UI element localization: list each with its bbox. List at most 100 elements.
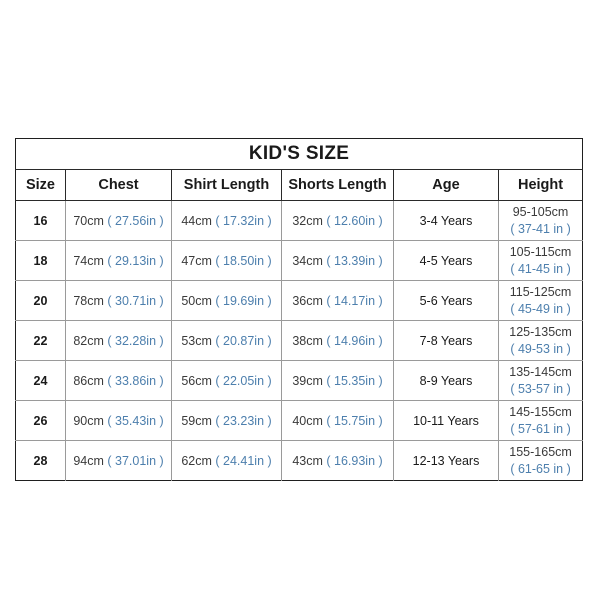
cell-shirt-length: 44cm ( 17.32in ) [171, 200, 282, 241]
cell-shirt-length: 50cm ( 19.69in ) [171, 280, 282, 321]
cell-shorts-length-inch: ( 16.93in ) [326, 453, 383, 468]
table-row: 22 82cm ( 32.28in ) 53cm ( 20.87in ) 38cm (… [15, 320, 583, 361]
cell-shirt-length-cm: 47cm [181, 253, 212, 268]
cell-shirt-length-cm: 62cm [181, 453, 212, 468]
cell-height-inch: ( 57-61 in ) [510, 421, 571, 436]
column-header-shorts: Shorts Length [281, 169, 394, 201]
cell-size: 18 [15, 240, 66, 281]
cell-shirt-length-inch: ( 20.87in ) [215, 333, 272, 348]
cell-chest: 74cm ( 29.13in ) [65, 240, 172, 281]
cell-chest-inch: ( 35.43in ) [107, 413, 164, 428]
cell-shirt-length-cm: 56cm [181, 373, 212, 388]
cell-size: 26 [15, 400, 66, 441]
cell-shorts-length: 36cm ( 14.17in ) [281, 280, 394, 321]
cell-height-inch: ( 45-49 in ) [510, 301, 571, 316]
cell-shirt-length-cm: 50cm [181, 293, 212, 308]
cell-shirt-length-cm: 53cm [181, 333, 212, 348]
size-chart-page: KID'S SIZE Size Chest Shirt Length Shorts L… [0, 0, 600, 600]
cell-shirt-length-inch: ( 17.32in ) [215, 213, 272, 228]
cell-shorts-length-inch: ( 15.75in ) [326, 413, 383, 428]
cell-age: 12-13 Years [393, 440, 499, 481]
cell-shorts-length-cm: 40cm [292, 413, 323, 428]
cell-size: 24 [15, 360, 66, 401]
cell-shorts-length: 34cm ( 13.39in ) [281, 240, 394, 281]
column-header-row: Size Chest Shirt Length Shorts Length Age Hei… [15, 169, 583, 201]
cell-shirt-length: 53cm ( 20.87in ) [171, 320, 282, 361]
cell-shirt-length: 47cm ( 18.50in ) [171, 240, 282, 281]
cell-shirt-length-inch: ( 23.23in ) [215, 413, 272, 428]
cell-chest-cm: 82cm [73, 333, 104, 348]
cell-chest-inch: ( 33.86in ) [107, 373, 164, 388]
cell-shorts-length-cm: 34cm [292, 253, 323, 268]
cell-size: 16 [15, 200, 66, 241]
cell-chest-inch: ( 32.28in ) [107, 333, 164, 348]
cell-shorts-length-inch: ( 15.35in ) [326, 373, 383, 388]
cell-shirt-length-cm: 44cm [181, 213, 212, 228]
cell-shorts-length-inch: ( 13.39in ) [326, 253, 383, 268]
cell-height-cm: 95-105cm [512, 204, 569, 219]
cell-height: 145-155cm ( 57-61 in ) [498, 400, 583, 441]
cell-shorts-length: 40cm ( 15.75in ) [281, 400, 394, 441]
kids-size-table: KID'S SIZE Size Chest Shirt Length Shorts L… [15, 138, 584, 481]
column-header-size: Size [15, 169, 66, 201]
column-header-age: Age [393, 169, 499, 201]
cell-shorts-length-cm: 36cm [292, 293, 323, 308]
cell-height-cm: 155-165cm [509, 444, 572, 459]
cell-height: 125-135cm ( 49-53 in ) [498, 320, 583, 361]
column-header-shirt: Shirt Length [171, 169, 282, 201]
cell-chest: 94cm ( 37.01in ) [65, 440, 172, 481]
cell-age: 8-9 Years [393, 360, 499, 401]
cell-height-cm: 125-135cm [509, 324, 572, 339]
cell-shirt-length-inch: ( 24.41in ) [215, 453, 272, 468]
cell-chest-cm: 70cm [73, 213, 104, 228]
cell-chest-inch: ( 27.56in ) [107, 213, 164, 228]
cell-height-inch: ( 49-53 in ) [510, 341, 571, 356]
cell-shirt-length-inch: ( 22.05in ) [215, 373, 272, 388]
cell-height: 135-145cm ( 53-57 in ) [498, 360, 583, 401]
cell-size: 22 [15, 320, 66, 361]
table-row: 24 86cm ( 33.86in ) 56cm ( 22.05in ) 39cm (… [15, 360, 583, 401]
cell-chest: 86cm ( 33.86in ) [65, 360, 172, 401]
cell-shorts-length: 39cm ( 15.35in ) [281, 360, 394, 401]
cell-shorts-length: 32cm ( 12.60in ) [281, 200, 394, 241]
cell-height-inch: ( 41-45 in ) [510, 261, 571, 276]
cell-shorts-length-cm: 32cm [292, 213, 323, 228]
cell-age: 4-5 Years [393, 240, 499, 281]
cell-chest: 90cm ( 35.43in ) [65, 400, 172, 441]
cell-height-cm: 105-115cm [509, 244, 572, 259]
cell-size: 28 [15, 440, 66, 481]
cell-age: 3-4 Years [393, 200, 499, 241]
cell-age: 5-6 Years [393, 280, 499, 321]
cell-height: 105-115cm ( 41-45 in ) [498, 240, 583, 281]
cell-shorts-length-cm: 43cm [292, 453, 323, 468]
cell-height-inch: ( 37-41 in ) [510, 221, 571, 236]
title-row: KID'S SIZE [15, 138, 583, 170]
cell-chest: 78cm ( 30.71in ) [65, 280, 172, 321]
column-header-chest: Chest [65, 169, 172, 201]
cell-age: 10-11 Years [393, 400, 499, 441]
cell-chest-cm: 78cm [73, 293, 104, 308]
cell-shirt-length-cm: 59cm [181, 413, 212, 428]
cell-size: 20 [15, 280, 66, 321]
cell-shorts-length-cm: 39cm [292, 373, 323, 388]
cell-shorts-length-inch: ( 14.17in ) [326, 293, 383, 308]
column-header-height: Height [498, 169, 583, 201]
cell-chest-cm: 86cm [73, 373, 104, 388]
cell-shirt-length-inch: ( 19.69in ) [215, 293, 272, 308]
cell-height-cm: 145-155cm [509, 404, 572, 419]
cell-shorts-length: 38cm ( 14.96in ) [281, 320, 394, 361]
cell-shirt-length: 59cm ( 23.23in ) [171, 400, 282, 441]
cell-shorts-length: 43cm ( 16.93in ) [281, 440, 394, 481]
cell-height: 155-165cm ( 61-65 in ) [499, 441, 583, 481]
cell-chest-cm: 90cm [73, 413, 104, 428]
cell-shorts-length-inch: ( 14.96in ) [326, 333, 383, 348]
cell-chest-inch: ( 29.13in ) [107, 253, 164, 268]
cell-shirt-length: 56cm ( 22.05in ) [171, 360, 282, 401]
table-row: 16 70cm ( 27.56in ) 44cm ( 17.32in ) 32cm (… [15, 200, 583, 241]
cell-shirt-length: 62cm ( 24.41in ) [171, 440, 282, 481]
cell-shirt-length-inch: ( 18.50in ) [215, 253, 272, 268]
cell-shorts-length-cm: 38cm [292, 333, 323, 348]
size-table-body: KID'S SIZE Size Chest Shirt Length Shorts L… [15, 138, 583, 481]
table-row: 26 90cm ( 35.43in ) 59cm ( 23.23in ) 40cm (… [15, 400, 583, 441]
cell-chest-cm: 94cm [73, 453, 104, 468]
